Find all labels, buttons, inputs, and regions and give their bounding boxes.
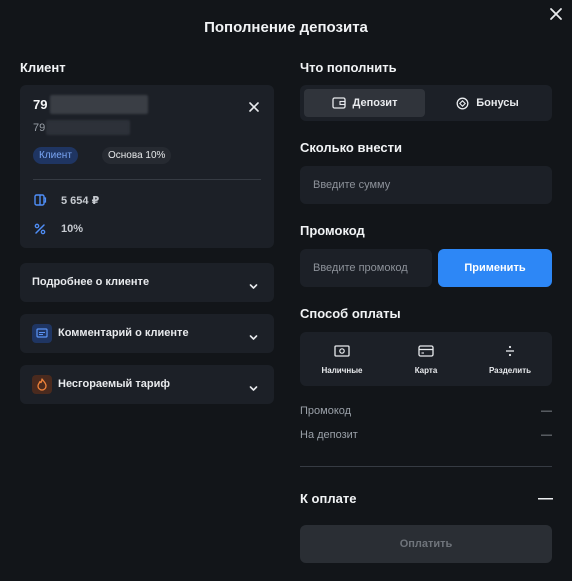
summary-value: — bbox=[541, 429, 552, 441]
chevron-down-icon bbox=[249, 329, 258, 340]
client-discount: 10% bbox=[61, 223, 84, 235]
client-card: 79 79 Клиент Основа 10% 5 654 ₽ 10% bbox=[20, 85, 274, 248]
card-divider bbox=[33, 179, 261, 180]
card-icon bbox=[418, 344, 434, 357]
client-name-redacted bbox=[50, 95, 148, 114]
client-phone: 79 bbox=[33, 122, 46, 134]
topup-type-switch: Депозит Бонусы bbox=[300, 85, 552, 121]
remove-client-icon[interactable] bbox=[248, 100, 260, 112]
wallet-icon bbox=[33, 193, 47, 207]
payment-split-label: Разделить bbox=[488, 366, 532, 375]
summary-label: На депозит bbox=[300, 429, 358, 441]
summary-row-promo: Промокод — bbox=[300, 405, 552, 417]
chevron-down-icon bbox=[249, 278, 258, 289]
client-phone-redacted bbox=[46, 120, 130, 135]
client-balance: 5 654 ₽ bbox=[61, 195, 100, 207]
close-icon[interactable] bbox=[548, 6, 564, 22]
accordion-client-comment[interactable]: Комментарий о клиенте bbox=[20, 314, 274, 353]
tab-bonuses[interactable]: Бонусы bbox=[427, 89, 548, 117]
tab-deposit-label: Депозит bbox=[352, 97, 398, 109]
summary-value: — bbox=[541, 405, 552, 417]
payment-card[interactable]: Карта bbox=[384, 332, 468, 386]
accordion-label: Комментарий о клиенте bbox=[58, 327, 189, 339]
promo-section-label: Промокод bbox=[300, 223, 365, 238]
accordion-fixed-tariff[interactable]: Несгораемый тариф bbox=[20, 365, 274, 404]
amount-input[interactable] bbox=[300, 166, 552, 204]
deposit-modal: Пополнение депозита Клиент 79 79 Клиент … bbox=[0, 0, 572, 581]
cash-icon bbox=[334, 344, 350, 357]
tab-deposit[interactable]: Депозит bbox=[304, 89, 425, 117]
total-value: — bbox=[538, 490, 553, 507]
payment-cash[interactable]: Наличные bbox=[300, 332, 384, 386]
payment-card-label: Карта bbox=[414, 366, 438, 375]
client-role-badge: Клиент bbox=[33, 147, 78, 164]
divide-icon bbox=[502, 344, 518, 357]
payment-methods: Наличные Карта Разделить bbox=[300, 332, 552, 386]
total-label: К оплате bbox=[300, 491, 357, 506]
client-name: 79 bbox=[33, 97, 48, 112]
accordion-client-details[interactable]: Подробнее о клиенте bbox=[20, 263, 274, 302]
comment-icon bbox=[32, 324, 52, 343]
modal-title: Пополнение депозита bbox=[204, 19, 368, 36]
client-section-label: Клиент bbox=[20, 60, 66, 75]
payment-split[interactable]: Разделить bbox=[468, 332, 552, 386]
client-plan-badge: Основа 10% bbox=[102, 147, 172, 164]
summary-label: Промокод bbox=[300, 405, 352, 417]
payment-cash-label: Наличные bbox=[321, 366, 363, 375]
chevron-down-icon bbox=[249, 380, 258, 391]
accordion-label: Несгораемый тариф bbox=[58, 378, 170, 390]
promo-input[interactable] bbox=[300, 249, 432, 287]
amount-section-label: Сколько внести bbox=[300, 140, 402, 155]
accordion-label: Подробнее о клиенте bbox=[32, 276, 150, 288]
bonus-icon bbox=[456, 97, 469, 109]
payment-section-label: Способ оплаты bbox=[300, 306, 401, 321]
summary-divider bbox=[300, 466, 552, 467]
topup-section-label: Что пополнить bbox=[300, 60, 397, 75]
apply-promo-button[interactable]: Применить bbox=[438, 249, 552, 287]
flame-icon bbox=[32, 375, 52, 394]
summary-row-deposit: На депозит — bbox=[300, 429, 552, 441]
percent-icon bbox=[33, 222, 47, 236]
deposit-icon bbox=[331, 97, 346, 109]
pay-button[interactable]: Оплатить bbox=[300, 525, 552, 563]
tab-bonuses-label: Бонусы bbox=[476, 97, 519, 109]
